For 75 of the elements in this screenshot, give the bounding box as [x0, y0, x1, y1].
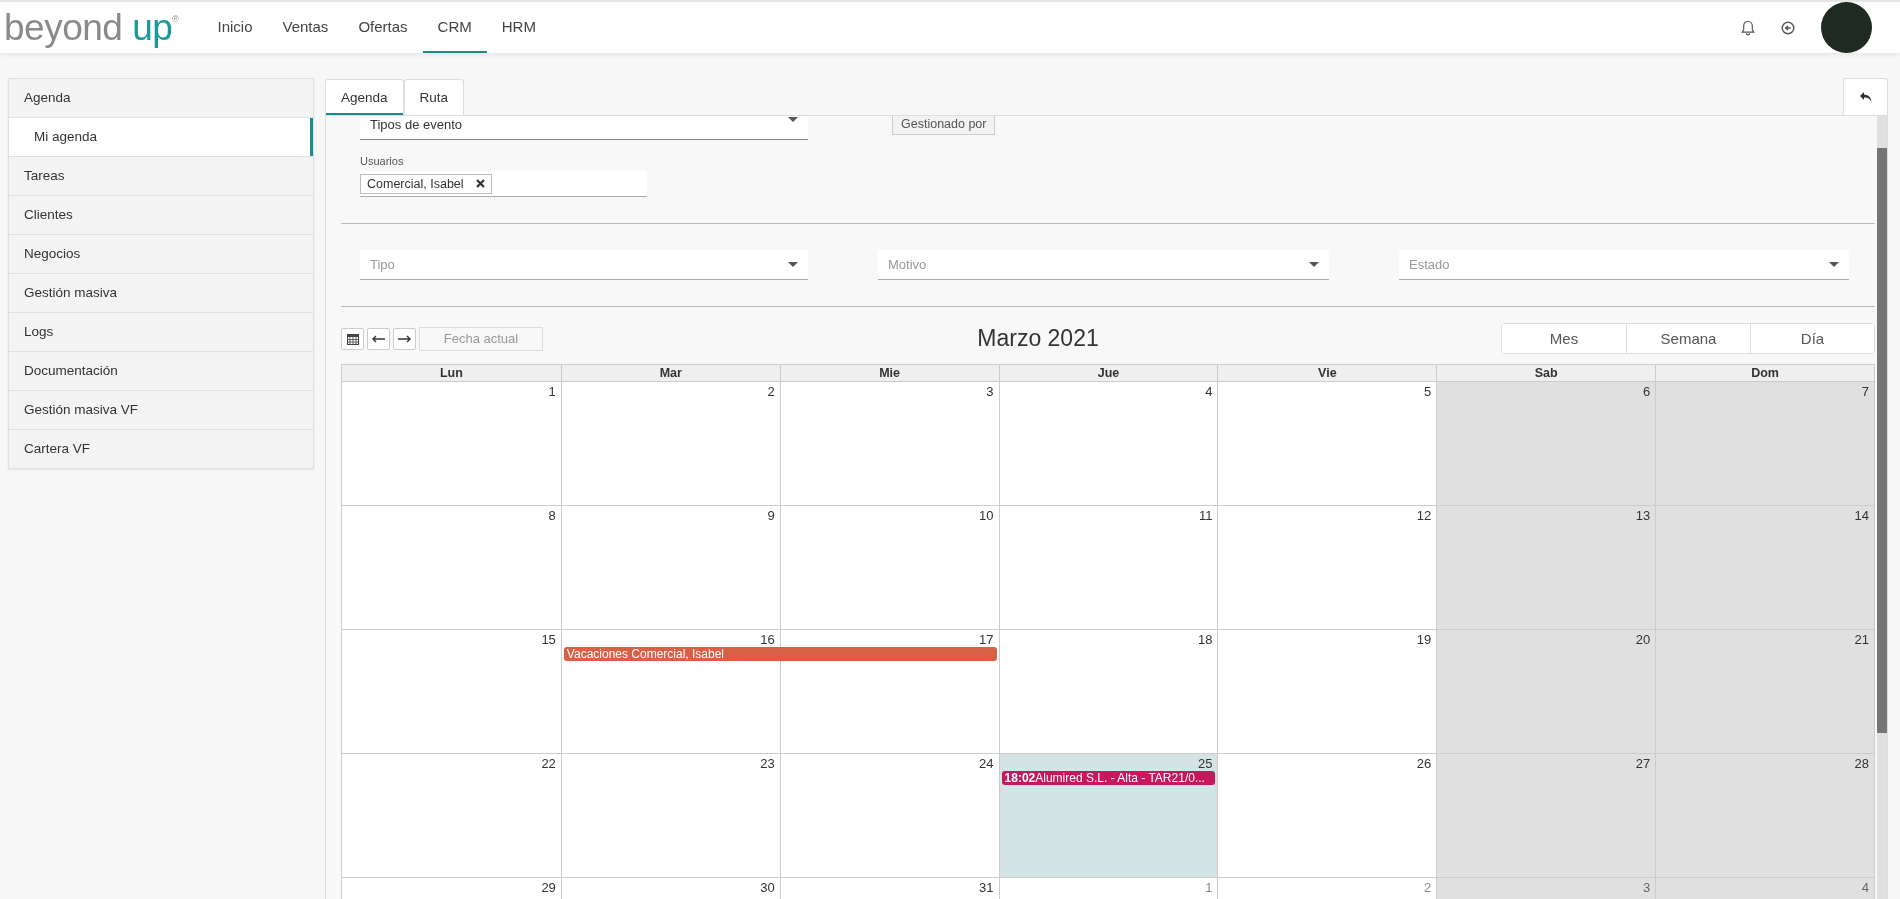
sidebar-item[interactable]: Gestión masiva VF — [9, 391, 313, 430]
day-cell[interactable]: 19 — [1217, 629, 1437, 753]
weekday-header: Lun — [438, 365, 464, 381]
managed-by-button[interactable]: Gestionado por — [892, 116, 996, 135]
day-cell[interactable]: 2 — [560, 381, 780, 505]
caret-icon — [1309, 262, 1319, 267]
brand-logo: beyond up$^{®}$ — [4, 9, 179, 46]
day-cell[interactable]: 31 — [779, 877, 999, 899]
day-cell[interactable]: 24 — [779, 753, 999, 877]
day-cell[interactable]: 3 — [1436, 877, 1656, 899]
right-arrow-icon — [398, 334, 411, 343]
day-cell[interactable]: 4 — [998, 381, 1218, 505]
day-cell[interactable]: 3 — [779, 381, 999, 505]
day-cell[interactable]: 29 — [342, 877, 561, 899]
day-cell[interactable]: 22 — [342, 753, 561, 877]
view-button[interactable]: Día — [1750, 324, 1874, 353]
calendar-title: Marzo 2021 — [977, 325, 1099, 352]
day-cell[interactable]: 7 — [1655, 381, 1874, 505]
sidebar-item[interactable]: Logs — [9, 313, 313, 352]
scrollbar[interactable] — [1877, 116, 1887, 899]
dropdown-field[interactable]: Tipos de evento — [360, 116, 808, 140]
sidebar-item[interactable]: Gestión masiva — [9, 274, 313, 313]
day-cell[interactable]: 11 — [998, 505, 1218, 629]
day-cell[interactable]: 6 — [1436, 381, 1656, 505]
day-cell[interactable]: 14 — [1655, 505, 1874, 629]
user-tag: Comercial, Isabel — [360, 173, 492, 194]
next-button[interactable] — [393, 327, 416, 350]
day-cell[interactable]: 4 — [1655, 877, 1874, 899]
sidebar-item[interactable]: Cartera VF — [9, 430, 313, 468]
sidebar-item[interactable]: Clientes — [9, 196, 313, 235]
day-cell[interactable]: 12 — [1217, 505, 1437, 629]
day-cell[interactable]: 26 — [1217, 753, 1437, 877]
calendar-button[interactable] — [341, 327, 364, 350]
caret-icon — [788, 117, 798, 122]
nav-tab[interactable]: CRM — [422, 2, 487, 53]
calendar-event[interactable]: 18:02Alumired S.L. - Alta - TAR21/0... — [1001, 771, 1216, 785]
day-cell[interactable]: 28 — [1655, 753, 1874, 877]
day-cell[interactable]: 2 — [1217, 877, 1437, 899]
day-cell[interactable]: 10 — [779, 505, 999, 629]
day-cell[interactable]: 23 — [560, 753, 780, 877]
left-arrow-icon — [372, 334, 385, 343]
bell-icon[interactable] — [1741, 19, 1755, 36]
tab[interactable]: Ruta — [403, 79, 465, 115]
logout-icon[interactable] — [1781, 20, 1795, 35]
day-cell[interactable]: 27 — [1436, 753, 1656, 877]
reply-arrow-icon — [1858, 91, 1873, 103]
day-cell[interactable]: 20 — [1436, 629, 1656, 753]
nav-tab[interactable]: Inicio — [202, 2, 268, 53]
day-cell[interactable]: 15 — [342, 629, 561, 753]
back-button[interactable] — [1843, 78, 1888, 115]
sidebar-item[interactable]: Tareas — [9, 157, 313, 196]
day-cell[interactable]: 5 — [1217, 381, 1437, 505]
day-cell[interactable]: 1 — [342, 381, 561, 505]
field-label: Usuarios — [360, 155, 405, 167]
day-cell[interactable]: 13 — [1436, 505, 1656, 629]
tag-input-field[interactable]: Comercial, Isabel — [360, 171, 647, 197]
day-cell[interactable]: 18 — [998, 629, 1218, 753]
previous-button[interactable] — [367, 327, 390, 350]
avatar[interactable] — [1821, 2, 1872, 53]
sidebar-item[interactable]: Negocios — [9, 235, 313, 274]
calendar-event[interactable]: Vacaciones Comercial, Isabel — [563, 647, 780, 661]
day-cell[interactable]: 30 — [560, 877, 780, 899]
day-cell[interactable]: 9 — [560, 505, 780, 629]
nav-tab[interactable]: Ofertas — [343, 2, 423, 53]
calendar-icon — [346, 332, 359, 345]
day-cell[interactable]: 8 — [342, 505, 561, 629]
tab[interactable]: Agenda — [325, 79, 404, 115]
remove-icon[interactable] — [475, 179, 485, 188]
sidebar-subitem[interactable]: Mi agenda — [9, 118, 313, 157]
sidebar-item[interactable]: Documentación — [9, 352, 313, 391]
day-cell[interactable]: 21 — [1655, 629, 1874, 753]
caret-icon — [1829, 262, 1839, 267]
nav-tab[interactable]: Ventas — [267, 2, 344, 53]
caret-icon — [788, 262, 798, 267]
nav-tab[interactable]: HRM — [486, 2, 551, 53]
